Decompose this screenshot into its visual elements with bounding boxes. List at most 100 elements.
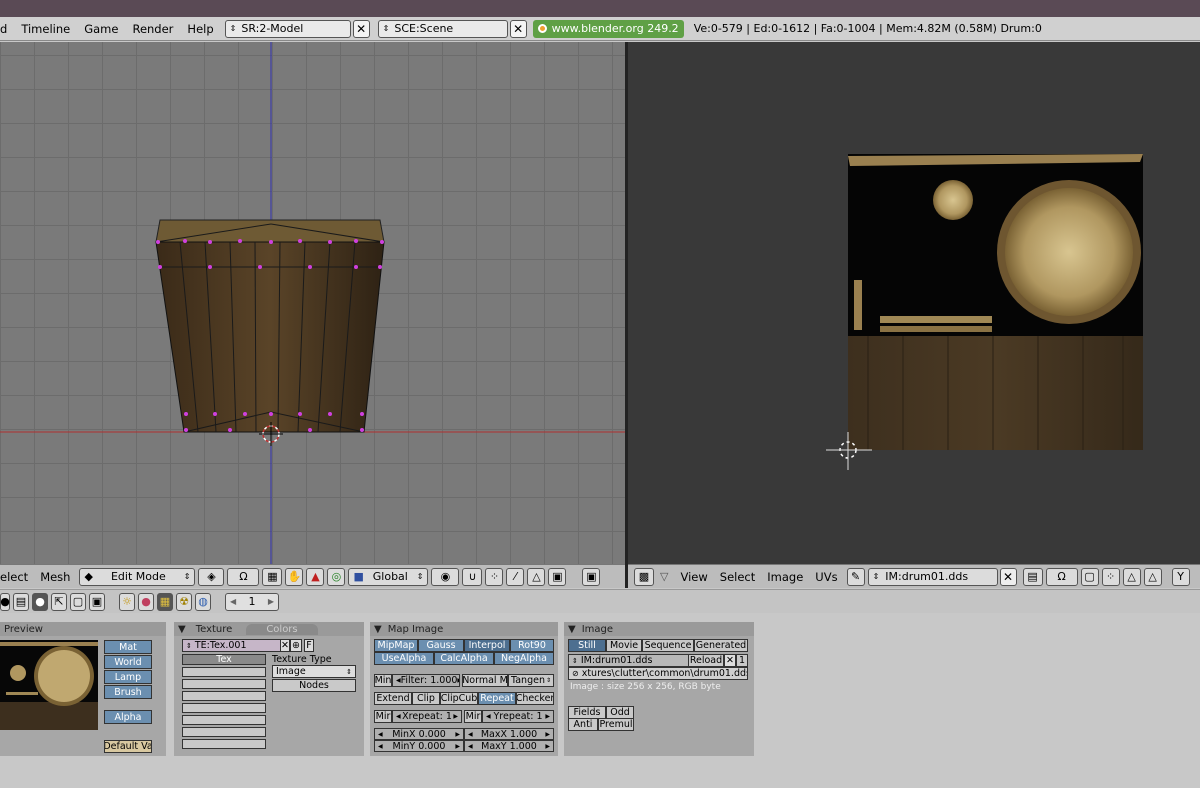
menu-select[interactable]: elect (0, 570, 34, 584)
yrepeat-field[interactable]: ◀ Yrepeat: 1 ▶ (482, 710, 554, 723)
image-datablock-field[interactable]: ⇕ IM:drum01.dds (568, 654, 690, 667)
uv-image-editor[interactable] (628, 42, 1200, 564)
preview-alpha-button[interactable]: Alpha (104, 710, 152, 724)
image-path-field[interactable]: ⊘ xtures\clutter\common\drum01.dds (568, 667, 748, 680)
clipcube-option[interactable]: ClipCub (440, 692, 478, 705)
uv-pivot-button[interactable]: Ω (1045, 567, 1078, 586)
maxx-field[interactable]: ◀ MaxX 1.000 ▶ (464, 728, 554, 740)
texture-channel-1[interactable] (182, 667, 266, 677)
grab-tool-button[interactable]: ✋ (285, 567, 304, 586)
preview-brush-button[interactable]: Brush (104, 685, 152, 699)
sub-radio-button[interactable]: ☢ (176, 592, 192, 611)
editor-type-button[interactable]: ▩ (634, 567, 654, 586)
context-scene-button[interactable]: ▣ (89, 592, 105, 611)
nodes-button[interactable]: Nodes (272, 679, 356, 692)
texture-channel-5[interactable] (182, 715, 266, 725)
texture-channel-2[interactable] (182, 679, 266, 689)
mode-selector[interactable]: ◆ Edit Mode ⇕ (79, 567, 196, 586)
source-generated[interactable]: Generated (694, 639, 748, 652)
uv-snap-button[interactable]: Y (1171, 567, 1190, 586)
collapse-icon[interactable]: ▼ (178, 624, 186, 635)
collapse-icon[interactable]: ▼ (374, 624, 382, 635)
source-movie[interactable]: Movie (606, 639, 642, 652)
context-script-button[interactable]: ▤ (13, 592, 29, 611)
image-users-count[interactable]: 1 (736, 654, 748, 667)
menu-render[interactable]: Render (125, 22, 180, 36)
menu-select-uv[interactable]: Select (714, 570, 761, 584)
extend-option[interactable]: Extend (374, 692, 412, 705)
sub-lamp-button[interactable]: ☼ (119, 592, 135, 611)
proportional-button[interactable]: ◉ (431, 567, 460, 586)
menu-mesh[interactable]: Mesh (34, 570, 76, 584)
texture-channel-6[interactable] (182, 727, 266, 737)
sync-select-button[interactable]: ▢ (1080, 567, 1099, 586)
minx-field[interactable]: ◀ MinX 0.000 ▶ (374, 728, 464, 740)
uv-island-select-button[interactable]: △ (1143, 567, 1162, 586)
texture-channel-7[interactable] (182, 739, 266, 749)
menu-timeline[interactable]: Timeline (14, 22, 77, 36)
gauss-toggle[interactable]: Gauss (418, 639, 464, 652)
image-pack-button[interactable]: ▤ (1022, 567, 1043, 586)
negalpha-toggle[interactable]: NegAlpha (494, 652, 554, 665)
usealpha-toggle[interactable]: UseAlpha (374, 652, 434, 665)
texture-channel-3[interactable] (182, 691, 266, 701)
reload-button[interactable]: Reload (688, 654, 724, 667)
image-unlink-small-button[interactable]: ✕ (724, 654, 736, 667)
filter-field[interactable]: ◀ Filter: 1.000 ▶ (392, 674, 460, 687)
menu-help[interactable]: Help (180, 22, 220, 36)
context-shading-button[interactable]: ● (32, 592, 48, 611)
orientation-selector[interactable]: ■ Global ⇕ (348, 567, 429, 586)
3d-viewport[interactable] (0, 42, 625, 564)
repeat-option[interactable]: Repeat (478, 692, 516, 705)
source-sequence[interactable]: Sequence (642, 639, 694, 652)
drum-mesh[interactable] (155, 219, 385, 433)
layers-button[interactable]: ▦ (262, 567, 283, 586)
sub-material-button[interactable]: ● (138, 592, 154, 611)
interpol-toggle[interactable]: Interpol (464, 639, 510, 652)
miny-field[interactable]: ◀ MinY 0.000 ▶ (374, 740, 464, 752)
screen-selector[interactable]: ⇕ SR:2-Model (224, 19, 351, 38)
xrepeat-field[interactable]: ◀ Xrepeat: 1 ▶ (392, 710, 462, 723)
draw-type-button[interactable]: ◈ (198, 567, 225, 586)
tangent-selector[interactable]: Tangen ⇕ (508, 674, 554, 687)
premul-toggle[interactable]: Premul (598, 718, 634, 731)
texture-channel-4[interactable] (182, 703, 266, 713)
fake-user-button[interactable]: F (304, 639, 314, 652)
sub-world-button[interactable]: ◍ (195, 592, 211, 611)
collapse-menu-icon[interactable]: ▽ (660, 570, 668, 583)
normal-map-toggle[interactable]: Normal M (462, 674, 508, 687)
maxy-field[interactable]: ◀ MaxY 1.000 ▶ (464, 740, 554, 752)
rot90-toggle[interactable]: Rot90 (510, 639, 554, 652)
frame-field[interactable]: ◀ 1 ▶ (225, 592, 279, 611)
calcalpha-toggle[interactable]: CalcAlpha (434, 652, 494, 665)
scale-tool-button[interactable]: ◎ (327, 567, 346, 586)
sub-texture-button[interactable]: ▦ (157, 592, 173, 611)
image-selector[interactable]: ⇕ IM:drum01.dds (867, 567, 998, 586)
mirror-x-toggle[interactable]: Mir (374, 710, 392, 723)
context-editing-button[interactable]: ▢ (70, 592, 86, 611)
clip-option[interactable]: Clip (412, 692, 440, 705)
texture-channel-tex[interactable]: Tex (182, 654, 266, 665)
render-button[interactable]: ▣ (582, 567, 601, 586)
anti-toggle[interactable]: Anti (568, 718, 598, 731)
texture-type-selector[interactable]: Image ⇕ (272, 665, 356, 678)
min-toggle[interactable]: Min (374, 674, 392, 687)
menu-image[interactable]: Image (761, 570, 809, 584)
vertex-select-button[interactable]: ⁘ (485, 567, 504, 586)
pin-button[interactable]: ✎ (846, 567, 865, 586)
preview-lamp-button[interactable]: Lamp (104, 670, 152, 684)
pivot-button[interactable]: Ω (227, 567, 260, 586)
menu-partial[interactable]: d (0, 22, 14, 36)
uv-face-select-button[interactable]: △ (1122, 567, 1141, 586)
screen-delete-button[interactable]: ✕ (352, 19, 370, 38)
default-vars-button[interactable]: Default Va (104, 740, 152, 753)
texture-unlink-button[interactable]: ✕ (280, 639, 290, 652)
tab-colors[interactable]: Colors (246, 623, 318, 635)
edge-select-button[interactable]: ⁄ (506, 567, 525, 586)
scene-selector[interactable]: ⇕ SCE:Scene (377, 19, 508, 38)
source-still[interactable]: Still (568, 639, 606, 652)
uv-vertex-select-button[interactable]: ⁘ (1101, 567, 1120, 586)
scene-delete-button[interactable]: ✕ (509, 19, 527, 38)
tab-texture[interactable]: Texture (192, 624, 247, 635)
occlude-button[interactable]: ▣ (548, 567, 567, 586)
